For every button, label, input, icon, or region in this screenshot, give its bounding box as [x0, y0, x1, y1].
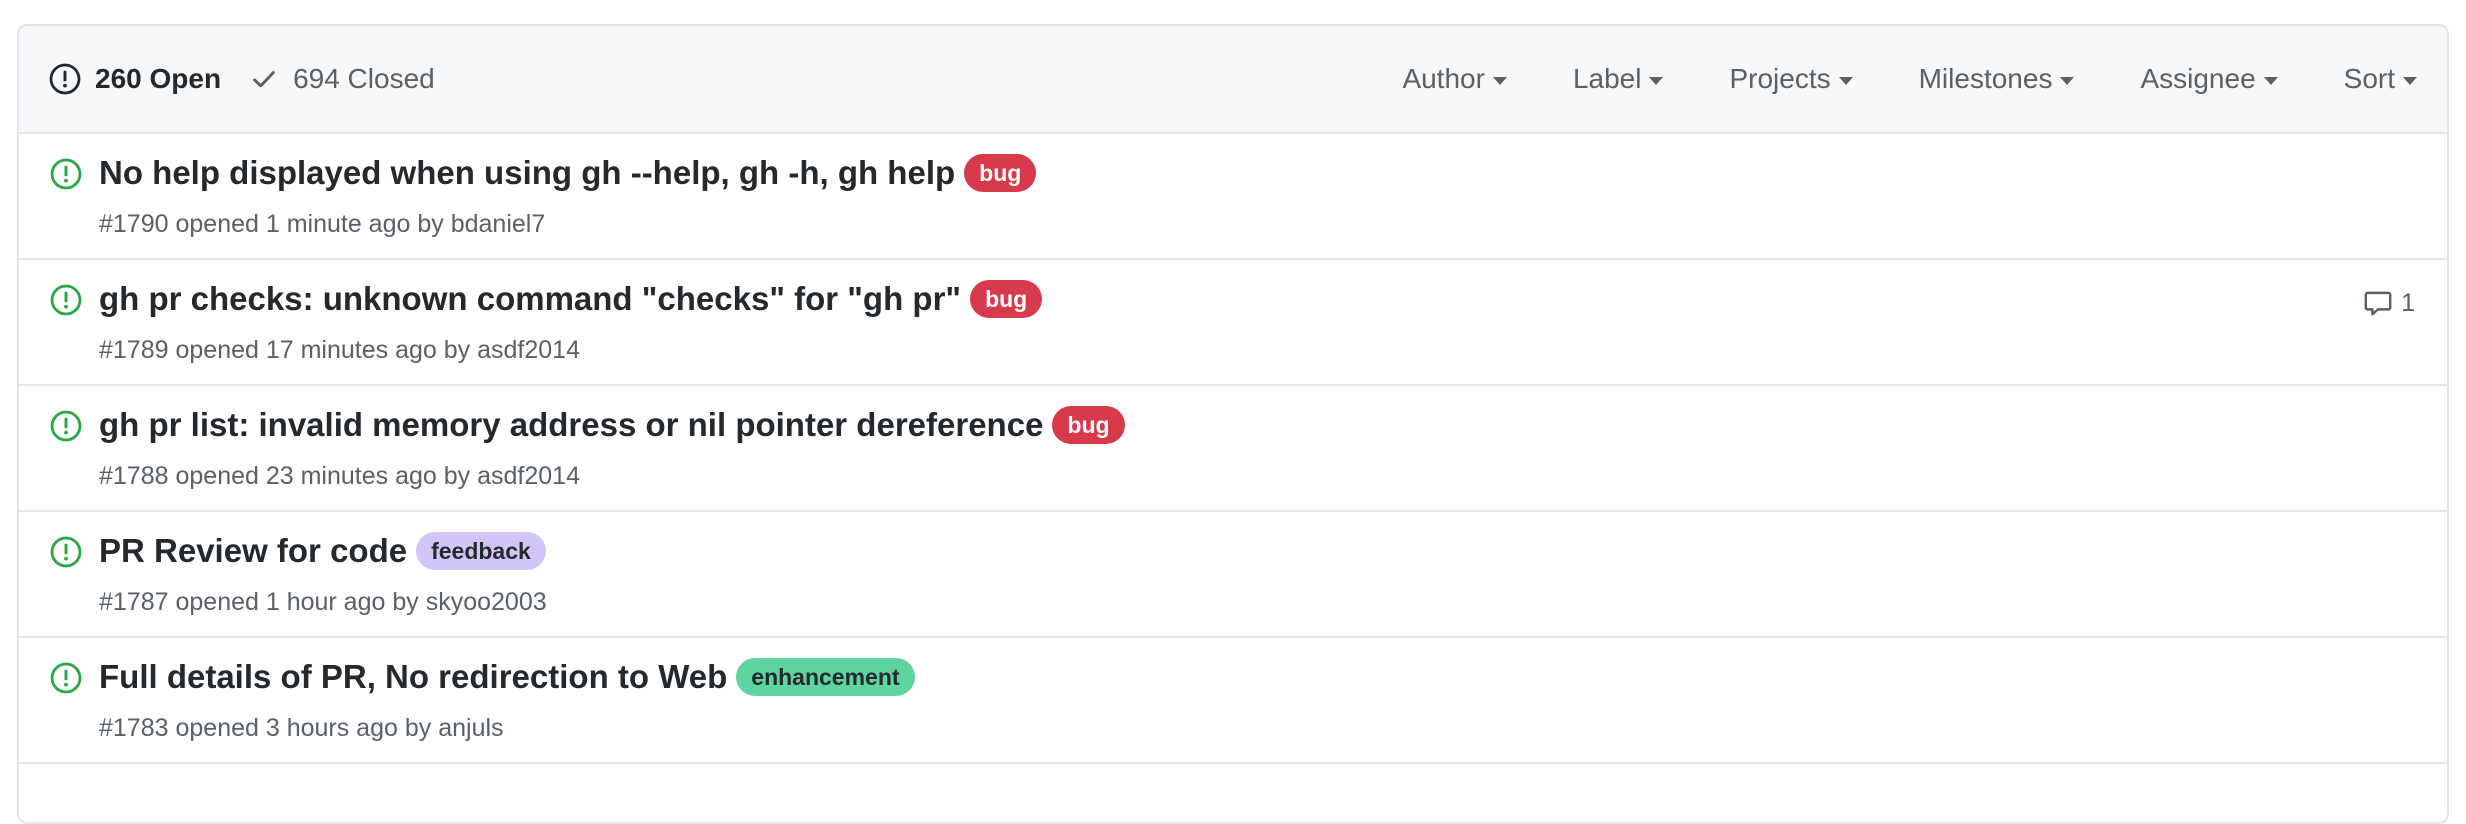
- assignee-filter[interactable]: Assignee: [2140, 63, 2278, 95]
- issue-opened-icon: [50, 284, 82, 316]
- issue-number: #1789: [99, 336, 169, 364]
- comments-link[interactable]: 1: [2363, 288, 2415, 318]
- issue-author-link[interactable]: skyoo2003: [426, 588, 547, 616]
- closed-count: 694 Closed: [293, 63, 435, 94]
- projects-filter-label: Projects: [1729, 63, 1831, 94]
- issue-number: #1783: [99, 714, 169, 742]
- issue-title-link[interactable]: No help displayed when using gh --help, …: [99, 154, 955, 192]
- bug-label[interactable]: bug: [964, 154, 1037, 192]
- caret-down-icon: [1492, 76, 1507, 85]
- caret-down-icon: [2263, 76, 2278, 85]
- caret-down-icon: [2060, 76, 2075, 85]
- issue-row: gh pr list: invalid memory address or ni…: [19, 386, 2447, 512]
- issue-author-link[interactable]: asdf2014: [477, 336, 580, 364]
- issue-number: #1790: [99, 210, 169, 238]
- issue-meta: #1790 opened 1 minute ago by bdaniel7: [99, 210, 545, 239]
- issue-meta: #1789 opened 17 minutes ago by asdf2014: [99, 336, 580, 365]
- issue-meta: #1788 opened 23 minutes ago by asdf2014: [99, 462, 580, 491]
- issue-author-link[interactable]: asdf2014: [477, 462, 580, 490]
- issues-box: 260 Open 694 Closed Author Label Project…: [17, 24, 2449, 824]
- issue-title-link[interactable]: gh pr checks: unknown command "checks" f…: [99, 280, 961, 318]
- issue-title-link[interactable]: PR Review for code: [99, 532, 407, 570]
- milestones-filter-label: Milestones: [1918, 63, 2053, 94]
- issue-opened-text: opened 23 minutes ago by: [175, 462, 471, 490]
- issue-row: Full details of PR, No redirection to We…: [19, 638, 2447, 764]
- issue-author-link[interactable]: bdaniel7: [451, 210, 546, 238]
- issue-title-link[interactable]: gh pr list: invalid memory address or ni…: [99, 406, 1043, 444]
- issues-header: 260 Open 694 Closed Author Label Project…: [19, 26, 2447, 134]
- sort-filter[interactable]: Sort: [2344, 63, 2417, 95]
- issue-number: #1787: [99, 588, 169, 616]
- caret-down-icon: [1838, 76, 1853, 85]
- issue-opened-text: opened 1 hour ago by: [175, 588, 419, 616]
- open-count: 260 Open: [95, 63, 222, 94]
- issue-meta: #1787 opened 1 hour ago by skyoo2003: [99, 588, 547, 617]
- issue-row: PR Review for code feedback #1787 opened…: [19, 512, 2447, 638]
- comment-count: 1: [2401, 288, 2415, 317]
- issue-author-link[interactable]: anjuls: [438, 714, 503, 742]
- issue-opened-icon: [50, 536, 82, 568]
- filter-bar: Author Label Projects Milestones Assigne…: [1402, 63, 2417, 95]
- issue-title-line: No help displayed when using gh --help, …: [99, 154, 1037, 192]
- issue-opened-icon: [50, 158, 82, 190]
- projects-filter[interactable]: Projects: [1729, 63, 1853, 95]
- caret-down-icon: [1649, 76, 1664, 85]
- issue-title-line: gh pr checks: unknown command "checks" f…: [99, 280, 1043, 318]
- closed-issues-filter[interactable]: 694 Closed: [251, 63, 435, 95]
- issue-opened-icon: [50, 410, 82, 442]
- label-filter[interactable]: Label: [1573, 63, 1664, 95]
- sort-filter-label: Sort: [2343, 63, 2395, 94]
- issue-number: #1788: [99, 462, 169, 490]
- comment-icon: [2364, 291, 2392, 316]
- issue-title-link[interactable]: Full details of PR, No redirection to We…: [99, 658, 727, 696]
- caret-down-icon: [2403, 76, 2417, 85]
- issue-opened-icon: [49, 63, 81, 95]
- issue-title-line: Full details of PR, No redirection to We…: [99, 658, 915, 696]
- open-issues-filter[interactable]: 260 Open: [49, 63, 221, 95]
- issue-opened-icon: [50, 662, 82, 694]
- label-filter-label: Label: [1572, 63, 1642, 94]
- state-toggle: 260 Open 694 Closed: [49, 63, 435, 95]
- check-icon: [253, 71, 275, 88]
- milestones-filter[interactable]: Milestones: [1919, 63, 2075, 95]
- issue-meta: #1783 opened 3 hours ago by anjuls: [99, 714, 504, 743]
- bug-label[interactable]: bug: [1052, 406, 1125, 444]
- issue-title-line: PR Review for code feedback: [99, 532, 546, 570]
- issue-opened-text: opened 1 minute ago by: [175, 210, 444, 238]
- author-filter-label: Author: [1402, 63, 1485, 94]
- issue-opened-text: opened 3 hours ago by: [175, 714, 432, 742]
- enhancement-label[interactable]: enhancement: [736, 658, 915, 696]
- issue-opened-text: opened 17 minutes ago by: [175, 336, 471, 364]
- bug-label[interactable]: bug: [970, 280, 1043, 318]
- issue-row: gh pr checks: unknown command "checks" f…: [19, 260, 2447, 386]
- issue-title-line: gh pr list: invalid memory address or ni…: [99, 406, 1125, 444]
- issue-row: No help displayed when using gh --help, …: [19, 134, 2447, 260]
- assignee-filter-label: Assignee: [2140, 63, 2256, 94]
- author-filter[interactable]: Author: [1402, 63, 1507, 95]
- feedback-label[interactable]: feedback: [416, 532, 546, 570]
